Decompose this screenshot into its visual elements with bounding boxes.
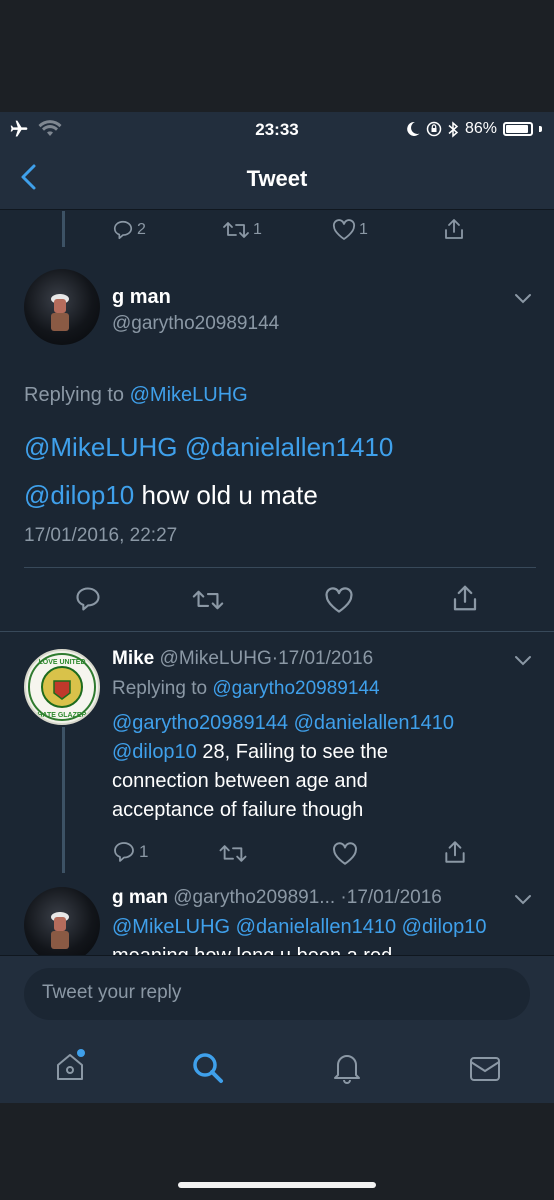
tweet-timestamp: 17/01/2016, 22:27	[24, 525, 178, 546]
tweet-text: @MikeLUHG @danielallen1410 @dilop10 how …	[24, 423, 544, 519]
replying-label: Replying to	[112, 678, 208, 699]
notifications-icon[interactable]	[329, 1049, 365, 1085]
avatar[interactable]	[24, 269, 100, 345]
avatar[interactable]: LOVE UNITED HATE GLAZER	[24, 649, 100, 725]
replying-to-link[interactable]: @MikeLUHG	[130, 384, 248, 406]
tweet-body: connection between age and	[112, 770, 368, 792]
messages-icon[interactable]	[467, 1051, 503, 1087]
author-name[interactable]: Mike	[112, 648, 154, 669]
author-name[interactable]: g man	[112, 887, 168, 908]
mention-links[interactable]: @MikeLUHG @danielallen1410 @dilop10	[112, 916, 486, 939]
nav-bar: Tweet	[0, 148, 554, 210]
author-handle[interactable]: @MikeLUHG	[160, 648, 272, 669]
author-handle[interactable]: @garytho209891...	[173, 887, 335, 908]
share-icon	[445, 219, 463, 239]
mention-link[interactable]: @dilop10	[24, 480, 134, 510]
thread-line	[62, 211, 65, 247]
retweet-icon[interactable]	[191, 587, 225, 613]
divider	[0, 631, 554, 632]
mention-link[interactable]: @danielallen1410	[185, 432, 394, 462]
reply-icon	[114, 842, 134, 862]
share-icon[interactable]	[442, 839, 468, 865]
home-icon[interactable]	[52, 1048, 88, 1084]
tweet-body: how old u mate	[141, 480, 318, 510]
moon-icon	[407, 121, 420, 136]
retweet-count: 1	[253, 221, 262, 238]
home-indicator[interactable]	[178, 1182, 376, 1188]
chevron-down-icon[interactable]	[514, 655, 532, 667]
author-name[interactable]: g man	[112, 286, 171, 309]
thread-line	[62, 727, 65, 873]
search-icon[interactable]	[190, 1050, 226, 1086]
reply-button[interactable]: 1	[112, 840, 148, 864]
replying-to-line: Replying to @MikeLUHG	[24, 384, 248, 407]
tweet-body: 28, Failing to see the	[202, 741, 389, 763]
top-black-area	[0, 0, 554, 112]
reply-input[interactable]: Tweet your reply	[24, 968, 530, 1020]
avatar[interactable]	[24, 887, 100, 955]
retweet-button[interactable]: 1	[222, 219, 262, 241]
bluetooth-icon	[448, 120, 459, 138]
replying-to-link[interactable]: @garytho20989144	[212, 678, 379, 699]
retweet-icon	[223, 222, 249, 238]
reply-count: 2	[137, 221, 146, 238]
status-bar: 23:33 86%	[0, 112, 554, 148]
tweet-date: 17/01/2016	[278, 648, 374, 669]
replying-to-line: Replying to @garytho20989144	[112, 678, 380, 700]
reply-composer-bar: Tweet your reply	[0, 955, 554, 1103]
tweet-thread[interactable]: 2 1 1 g man @garytho20989144 Replying to…	[0, 211, 554, 955]
svg-text:LOVE UNITED: LOVE UNITED	[38, 659, 85, 666]
reply-button[interactable]: 2	[112, 219, 146, 241]
share-icon[interactable]	[450, 583, 480, 613]
chevron-down-icon[interactable]	[514, 894, 532, 906]
retweet-icon[interactable]	[218, 842, 248, 865]
reply-icon[interactable]	[74, 585, 102, 613]
mention-link[interactable]: @MikeLUHG	[24, 432, 178, 462]
tweet-header: g man @garytho209891... ·17/01/2016	[112, 887, 442, 909]
tweet-date: 17/01/2016	[346, 887, 442, 908]
mention-link[interactable]: @danielallen1410	[294, 712, 454, 734]
tweet-header: Mike @MikeLUHG·17/01/2016	[112, 648, 373, 670]
replying-label: Replying to	[24, 384, 125, 406]
chevron-down-icon[interactable]	[514, 293, 532, 305]
share-button[interactable]	[442, 217, 466, 241]
tweet-body: meaning how long u been a red	[112, 945, 392, 955]
battery-tip	[539, 126, 542, 132]
divider	[24, 567, 536, 568]
reply-icon	[113, 220, 133, 240]
orientation-lock-icon	[426, 121, 442, 137]
like-count: 1	[359, 221, 368, 238]
tweet-text: @garytho20989144 @danielallen1410 @dilop…	[112, 709, 542, 825]
battery-percent: 86%	[464, 120, 497, 137]
mention-link[interactable]: @garytho20989144	[112, 712, 288, 734]
author-handle[interactable]: @garytho20989144	[112, 313, 279, 335]
page-title: Tweet	[246, 166, 308, 191]
tweet-body: acceptance of failure though	[112, 799, 364, 821]
heart-icon[interactable]	[332, 842, 358, 866]
reply-count: 1	[139, 842, 149, 861]
heart-icon	[332, 219, 356, 240]
mention-link[interactable]: @dilop10	[112, 741, 197, 763]
heart-icon[interactable]	[324, 587, 354, 614]
like-button[interactable]: 1	[332, 219, 368, 241]
svg-text:HATE GLAZER: HATE GLAZER	[37, 712, 86, 719]
battery-icon	[503, 122, 533, 136]
